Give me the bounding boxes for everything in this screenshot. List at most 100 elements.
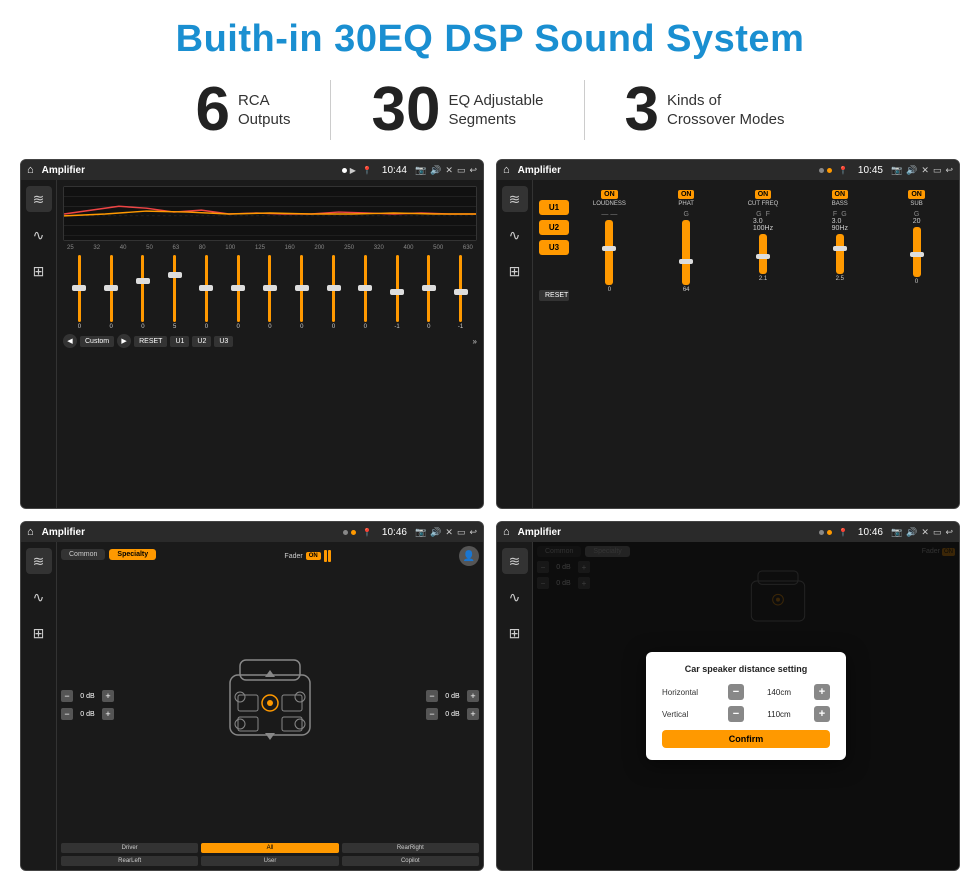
all-btn[interactable]: All <box>201 843 338 853</box>
db-val-3: 0 dB <box>440 693 465 700</box>
dialog-screen: ⌂ Amplifier 📍 10:46 📷 🔊 ✕ ▭ ↩ ≋ ∿ ⊞ <box>496 521 960 871</box>
eq-slider-8[interactable]: 0 <box>287 255 316 330</box>
wave-icon-3[interactable]: ∿ <box>26 584 52 610</box>
eq-slider-3[interactable]: 0 <box>129 255 158 330</box>
db-minus-2[interactable]: − <box>61 708 73 720</box>
dot-2 <box>819 168 824 173</box>
rearright-btn[interactable]: Copilot <box>342 856 479 866</box>
eq-slider-2[interactable]: 0 <box>97 255 126 330</box>
eq-slider-5[interactable]: 0 <box>192 255 221 330</box>
loudness-controls: —— <box>601 211 617 218</box>
cutfreq-slider[interactable] <box>759 234 767 274</box>
play-btn[interactable]: ▶ <box>117 334 131 348</box>
speaker-icon[interactable]: ⊞ <box>26 258 52 284</box>
stat-text-rca: RCA Outputs <box>238 91 291 130</box>
cutfreq-gf: GF <box>756 211 770 218</box>
user-btn[interactable]: User <box>201 856 338 866</box>
speaker-icon-3[interactable]: ⊞ <box>26 620 52 646</box>
eq-icon-2[interactable]: ≋ <box>502 186 528 212</box>
vertical-value: 110cm <box>750 710 808 719</box>
crossover-side-panel: ≋ ∿ ⊞ <box>497 180 533 508</box>
speaker-screen: ⌂ Amplifier 📍 10:46 📷 🔊 ✕ ▭ ↩ ≋ ∿ ⊞ <box>20 521 484 871</box>
eq-slider-13[interactable]: -1 <box>446 255 475 330</box>
dialog-title: Car speaker distance setting <box>662 664 830 674</box>
sub-on[interactable]: ON <box>908 190 925 199</box>
speaker-icon-4[interactable]: ⊞ <box>502 620 528 646</box>
db-plus-3[interactable]: + <box>467 690 479 702</box>
db-minus-1[interactable]: − <box>61 690 73 702</box>
fader-on-btn[interactable]: ON <box>306 552 321 560</box>
copilot-btn[interactable]: RearRight <box>342 843 479 853</box>
phat-g: G <box>683 211 688 218</box>
wave-icon[interactable]: ∿ <box>26 222 52 248</box>
db-control-1: − 0 dB + <box>61 690 114 702</box>
phat-slider[interactable] <box>682 220 690 285</box>
u1-btn-cross[interactable]: U1 <box>539 200 569 215</box>
eq-slider-6[interactable]: 0 <box>224 255 253 330</box>
driver-btn[interactable]: Driver <box>61 843 198 853</box>
eq-slider-1[interactable]: 0 <box>65 255 94 330</box>
eq-lbl-80: 80 <box>199 245 206 251</box>
tab-specialty[interactable]: Specialty <box>109 549 156 560</box>
tab-common[interactable]: Common <box>61 549 105 560</box>
vertical-row: Vertical − 110cm + <box>662 706 830 722</box>
profile-icon[interactable]: 👤 <box>459 546 479 566</box>
cutfreq-label: CUT FREQ <box>748 201 779 207</box>
reset-btn[interactable]: RESET <box>134 336 167 347</box>
db-minus-4[interactable]: − <box>426 708 438 720</box>
bass-on[interactable]: ON <box>832 190 849 199</box>
cross-reset-btn[interactable]: RESET <box>539 290 569 301</box>
eq-lbl-160: 160 <box>285 245 295 251</box>
rearleft-btn[interactable]: RearLeft <box>61 856 198 866</box>
cutfreq-on[interactable]: ON <box>755 190 772 199</box>
eq-lbl-63: 63 <box>173 245 180 251</box>
home-icon-3: ⌂ <box>27 526 34 538</box>
custom-btn[interactable]: Custom <box>80 336 114 347</box>
crossover-main-area: U1 U2 U3 RESET ON LOUDNESS —— <box>533 180 959 508</box>
db-plus-1[interactable]: + <box>102 690 114 702</box>
eq-slider-9[interactable]: 0 <box>319 255 348 330</box>
eq-icon-3[interactable]: ≋ <box>26 548 52 574</box>
u3-btn[interactable]: U3 <box>214 336 233 347</box>
u2-btn-cross[interactable]: U2 <box>539 220 569 235</box>
eq-lbl-320: 320 <box>374 245 384 251</box>
phat-on[interactable]: ON <box>678 190 695 199</box>
eq-icon[interactable]: ≋ <box>26 186 52 212</box>
window-icon: ▭ <box>457 165 466 176</box>
db-minus-3[interactable]: − <box>426 690 438 702</box>
vertical-plus[interactable]: + <box>814 706 830 722</box>
eq-slider-7[interactable]: 0 <box>256 255 285 330</box>
eq-lbl-250: 250 <box>344 245 354 251</box>
prev-btn[interactable]: ◀ <box>63 334 77 348</box>
dot-4 <box>343 530 348 535</box>
eq-lbl-200: 200 <box>314 245 324 251</box>
loudness-on[interactable]: ON <box>601 190 618 199</box>
right-db-controls: − 0 dB + − 0 dB + <box>426 570 479 840</box>
sub-slider[interactable] <box>913 227 921 277</box>
u2-btn[interactable]: U2 <box>192 336 211 347</box>
bass-freq: 3.090Hz <box>832 218 848 232</box>
eq-slider-12[interactable]: 0 <box>414 255 443 330</box>
bass-slider[interactable] <box>836 234 844 274</box>
wave-icon-4[interactable]: ∿ <box>502 584 528 610</box>
wave-icon-2[interactable]: ∿ <box>502 222 528 248</box>
eq-slider-4[interactable]: 5 <box>160 255 189 330</box>
eq-slider-11[interactable]: -1 <box>383 255 412 330</box>
eq-status-bar: ⌂ Amplifier ▶ 📍 10:44 📷 🔊 ✕ ▭ ↩ <box>21 160 483 180</box>
eq-icon-4[interactable]: ≋ <box>502 548 528 574</box>
loudness-slider[interactable] <box>605 220 613 285</box>
vertical-minus[interactable]: − <box>728 706 744 722</box>
horizontal-minus[interactable]: − <box>728 684 744 700</box>
db-plus-4[interactable]: + <box>467 708 479 720</box>
u1-btn[interactable]: U1 <box>170 336 189 347</box>
bass-fg: FG <box>833 211 847 218</box>
speaker-icon-2[interactable]: ⊞ <box>502 258 528 284</box>
stat-crossover: 3 Kinds of Crossover Modes <box>585 79 825 141</box>
eq-slider-10[interactable]: 0 <box>351 255 380 330</box>
confirm-button[interactable]: Confirm <box>662 730 830 748</box>
ch-loudness: ON LOUDNESS —— 0 <box>573 190 646 293</box>
u3-btn-cross[interactable]: U3 <box>539 240 569 255</box>
horizontal-plus[interactable]: + <box>814 684 830 700</box>
sub-val: 20 <box>913 218 921 225</box>
db-plus-2[interactable]: + <box>102 708 114 720</box>
